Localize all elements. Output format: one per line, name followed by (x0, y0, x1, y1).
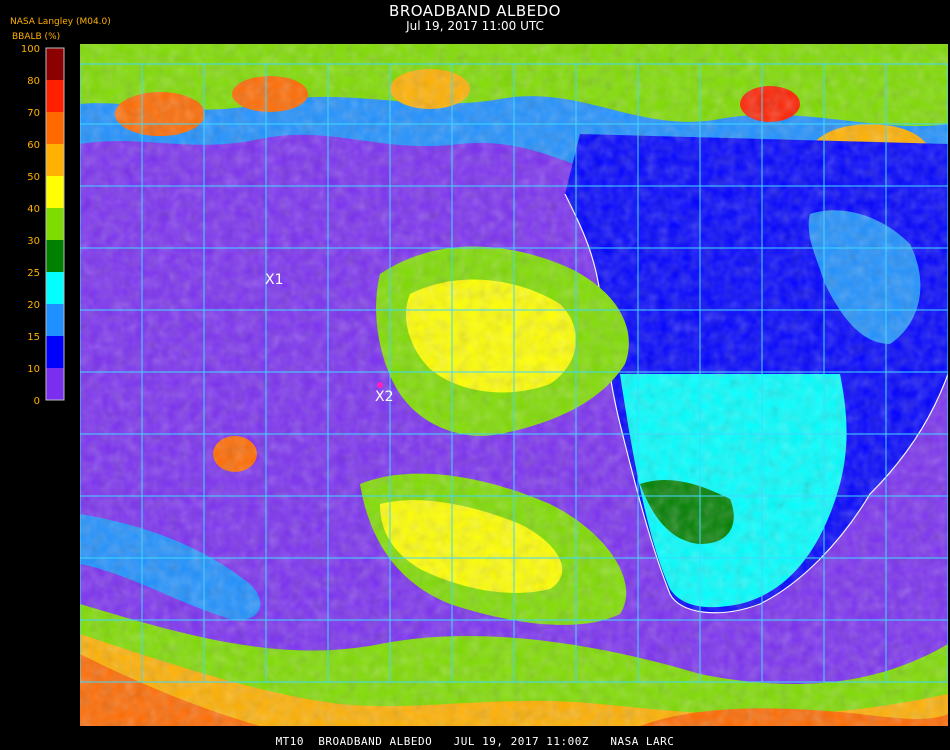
legend-color-swatch (46, 304, 64, 337)
footer-caption: MT10 BROADBAND ALBEDO JUL 19, 2017 11:00… (275, 735, 675, 748)
legend-color-swatch (46, 336, 64, 369)
marker-dot (377, 382, 383, 388)
legend-tick-label: 50 (27, 172, 40, 183)
legend-unit-label: BBALB (%) (12, 32, 61, 42)
marker-label: X2 (375, 389, 394, 405)
legend-color-swatch (46, 80, 64, 113)
legend-tick-label: 25 (27, 268, 40, 279)
color-legend: 100807060504030252015100 (21, 44, 65, 404)
legend-tick-label: 40 (27, 204, 40, 215)
map-title: BROADBAND ALBEDO (389, 2, 561, 20)
legend-color-swatch (46, 240, 64, 273)
legend-tick-label: 0 (34, 396, 40, 404)
producer-label: NASA Langley (M04.0) (10, 17, 111, 27)
legend-tick-label: 100 (21, 44, 40, 55)
legend-color-swatch (46, 368, 64, 401)
albedo-map: X1 X2 (80, 44, 948, 726)
legend-tick-label: 80 (27, 76, 40, 87)
legend-tick-label: 20 (27, 300, 40, 311)
legend-tick-label: 60 (27, 140, 40, 151)
legend-tick-label: 30 (27, 236, 40, 247)
legend-color-swatch (46, 176, 64, 209)
marker-x1: X1 (265, 272, 284, 288)
legend-color-swatch (46, 144, 64, 177)
map-timestamp: Jul 19, 2017 11:00 UTC (406, 19, 544, 33)
legend-color-swatch (46, 272, 64, 305)
legend-color-swatch (46, 48, 64, 81)
legend-tick-label: 15 (27, 332, 40, 343)
legend-tick-label: 70 (27, 108, 40, 119)
legend-color-swatch (46, 208, 64, 241)
legend-color-swatch (46, 112, 64, 145)
marker-label: X1 (265, 272, 284, 288)
legend-tick-label: 10 (27, 364, 40, 375)
